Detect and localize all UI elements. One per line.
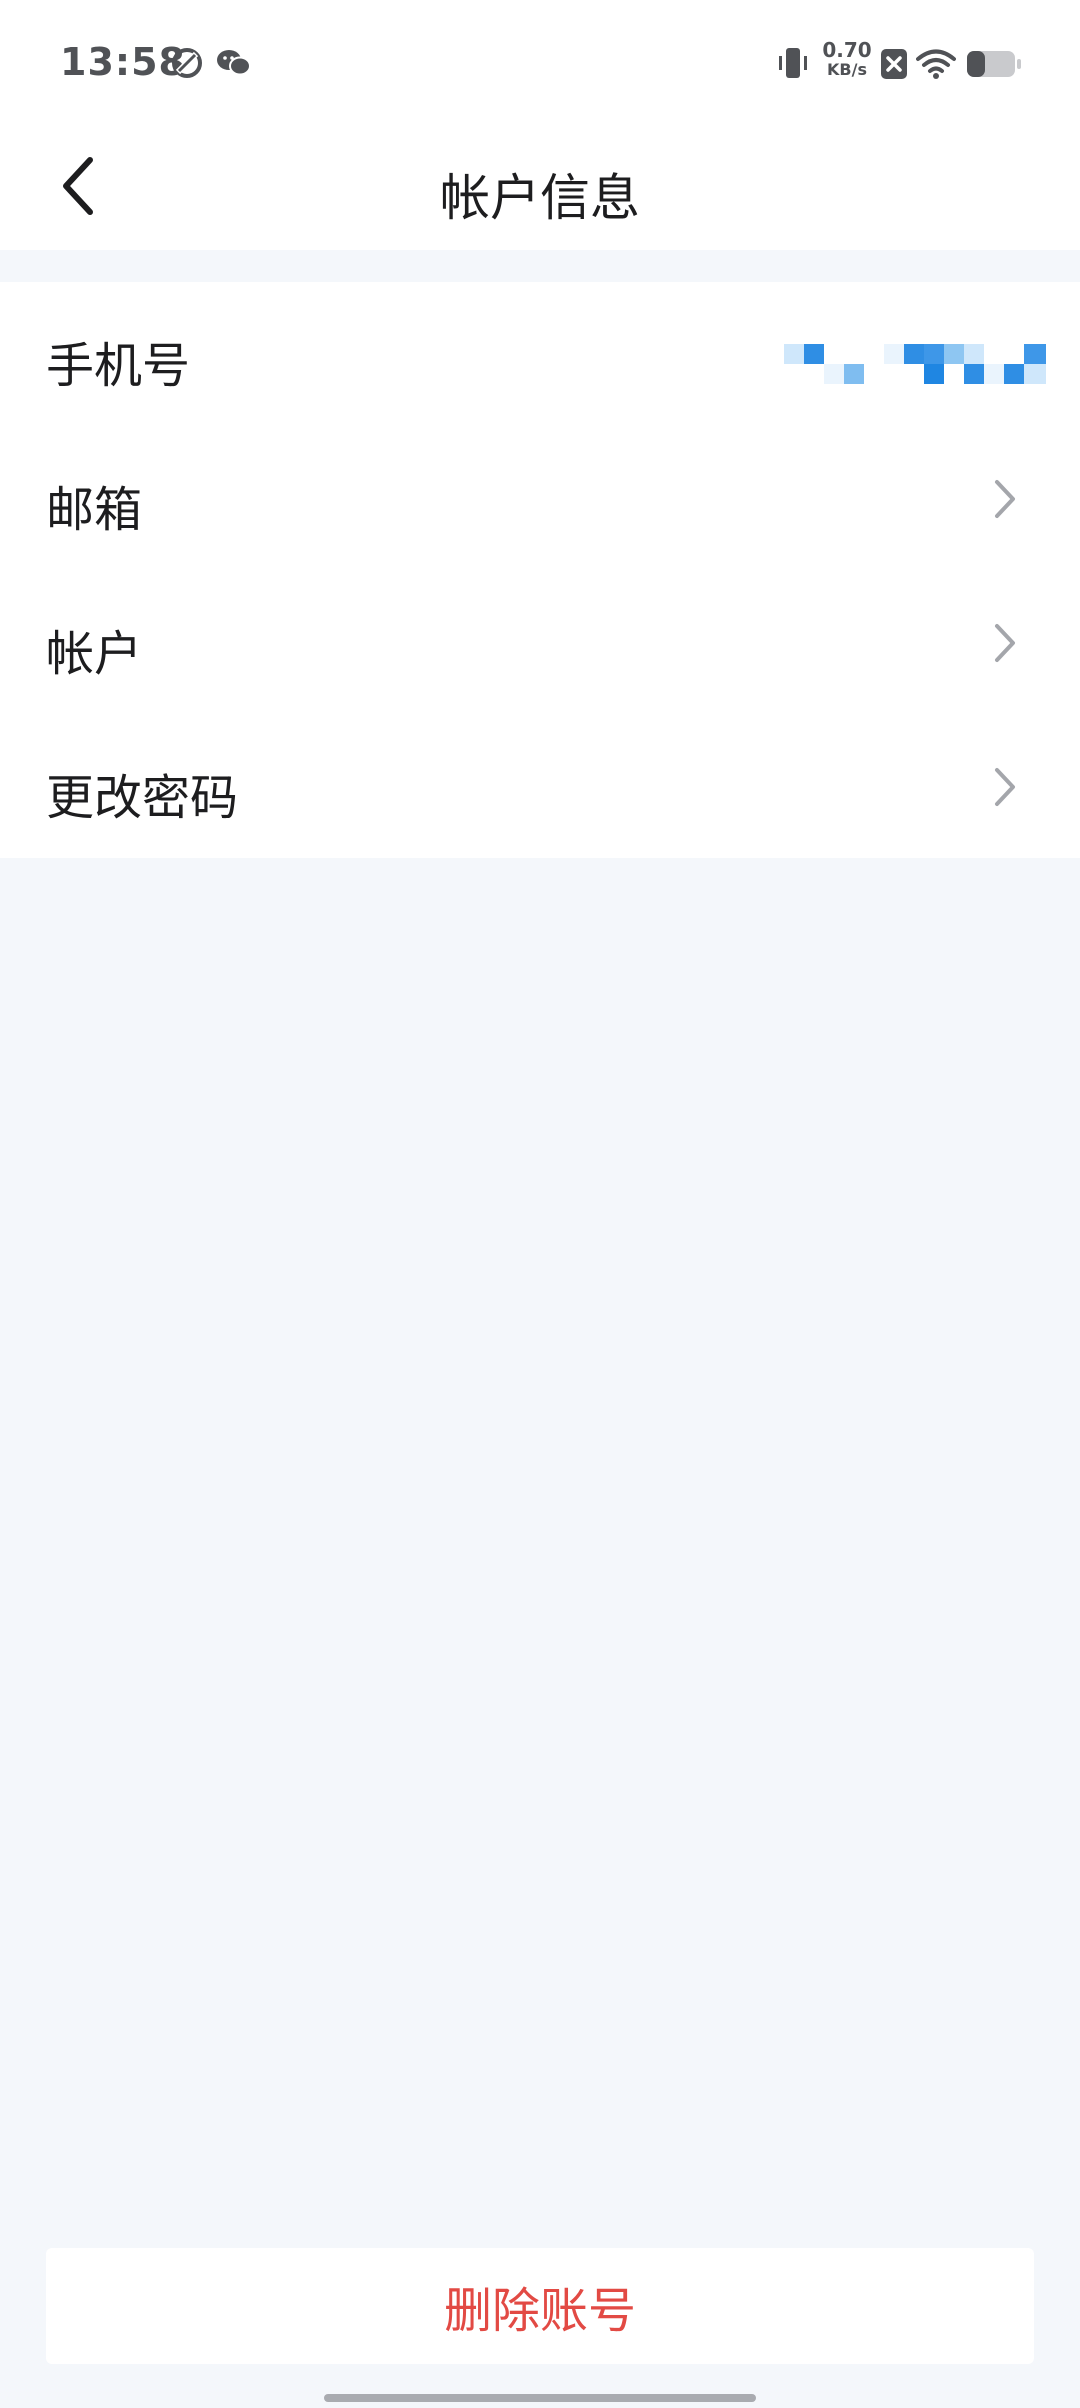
nav-bar: 帐户信息 — [0, 128, 1080, 250]
home-indicator[interactable] — [324, 2394, 756, 2402]
net-speed: 0.70 KB/s — [822, 40, 872, 80]
chevron-right-icon — [995, 624, 1015, 662]
change-password-label: 更改密码 — [46, 770, 239, 826]
list-item-change-password[interactable]: 更改密码 — [0, 714, 1080, 858]
wechat-icon — [217, 50, 251, 76]
status-bar: 13:58 0.70 KB/s — [0, 0, 1080, 128]
net-speed-unit: KB/s — [827, 60, 867, 79]
phone-number-pixelated — [784, 344, 1046, 384]
battery-icon — [967, 51, 1021, 77]
phone-label: 手机号 — [46, 338, 191, 394]
status-time: 13:58 — [60, 40, 186, 84]
email-label: 邮箱 — [46, 482, 143, 538]
no-sim-icon — [881, 49, 907, 79]
list-item-phone[interactable]: 手机号 — [0, 282, 1080, 426]
account-label: 帐户 — [46, 626, 143, 682]
vibrate-icon — [779, 48, 807, 78]
account-info-list: 手机号 邮箱 帐户 更改密码 — [0, 282, 1080, 858]
delete-account-label: 删除账号 — [443, 2283, 636, 2339]
chevron-right-icon — [995, 480, 1015, 518]
sync-icon — [172, 48, 202, 78]
list-item-account[interactable]: 帐户 — [0, 570, 1080, 714]
net-speed-value: 0.70 — [822, 38, 872, 62]
page-title: 帐户信息 — [440, 169, 640, 227]
delete-account-button[interactable]: 删除账号 — [46, 2248, 1034, 2364]
list-item-email[interactable]: 邮箱 — [0, 426, 1080, 570]
chevron-right-icon — [995, 768, 1015, 806]
wifi-icon — [916, 49, 956, 79]
